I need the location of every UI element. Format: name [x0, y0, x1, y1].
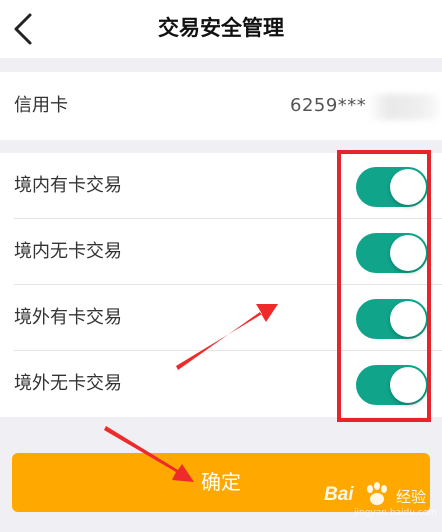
setting-label: 境外无卡交易 [14, 373, 122, 394]
card-type-label: 信用卡 [14, 95, 68, 116]
nav-bar: 交易安全管理 [0, 0, 442, 58]
card-row: 信用卡 6259*** [0, 72, 442, 140]
setting-label: 境内有卡交易 [14, 175, 122, 196]
setting-row-overseas-card: 境外有卡交易 [0, 285, 442, 351]
toggle-knob [390, 169, 426, 205]
toggle-switch[interactable] [356, 233, 428, 273]
card-number: 6259*** [290, 95, 367, 116]
setting-row-domestic-card: 境内有卡交易 [0, 153, 442, 219]
toggle-knob [390, 367, 426, 403]
confirm-button[interactable]: 确定 [12, 453, 430, 512]
toggle-knob [390, 301, 426, 337]
setting-row-overseas-no-card: 境外无卡交易 [0, 351, 442, 417]
setting-row-domestic-no-card: 境内无卡交易 [0, 219, 442, 285]
setting-label: 境内无卡交易 [14, 241, 122, 262]
page-title: 交易安全管理 [158, 16, 284, 40]
setting-label: 境外有卡交易 [14, 307, 122, 328]
toggle-knob [390, 235, 426, 271]
toggle-switch[interactable] [356, 299, 428, 339]
toggle-switch[interactable] [356, 167, 428, 207]
card-number-blur [368, 94, 438, 120]
transaction-settings-list: 境内有卡交易 境内无卡交易 境外有卡交易 境外无卡交易 [0, 153, 442, 417]
toggle-switch[interactable] [356, 365, 428, 405]
